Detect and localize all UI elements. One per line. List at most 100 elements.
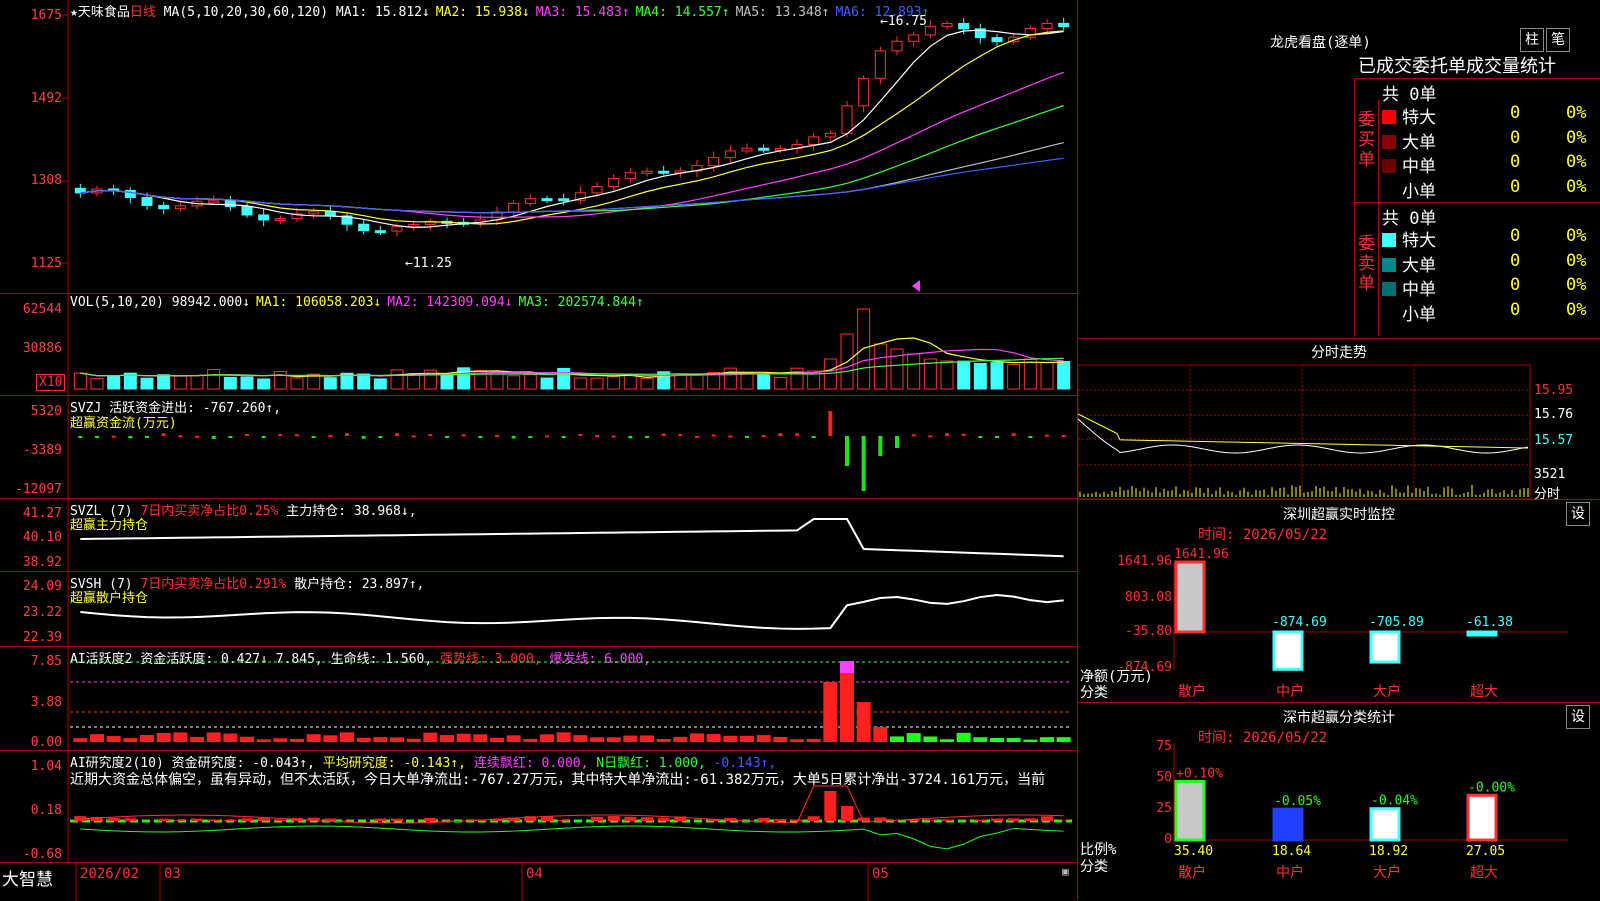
flow-bar: [728, 435, 732, 437]
activity-bar: [890, 736, 904, 742]
order-size-label: 特大: [1402, 231, 1436, 251]
flow-bar: [362, 436, 366, 439]
volume-bar: [91, 378, 103, 389]
ai-research-chart[interactable]: [0, 751, 1077, 863]
sh-stats-panel[interactable]: 深市超赢分类统计 设 时间: 2026/05/22 75 50 25 0 比例%…: [1078, 703, 1600, 900]
activity-bar: [373, 737, 387, 742]
flow-bar: [578, 434, 582, 436]
volume-bar: [558, 368, 570, 389]
monitor-bar-label: -705.89: [1369, 615, 1424, 630]
flow-bar: [295, 434, 299, 436]
research-bar: [374, 819, 386, 821]
candle-body: [992, 38, 1002, 42]
candle-body: [525, 199, 535, 204]
pen-view-button[interactable]: 笔: [1546, 28, 1570, 52]
activity-bar: [1023, 740, 1037, 742]
candle-body: [642, 171, 652, 173]
flow-bar: [245, 434, 249, 436]
activity-bar: [273, 738, 287, 742]
candle-body: [925, 26, 935, 35]
activity-bar: [523, 739, 537, 742]
flow-bar: [878, 436, 882, 456]
order-size-label: 特大: [1402, 108, 1436, 128]
candle-body: [892, 41, 902, 51]
order-count: 0: [1510, 152, 1520, 172]
order-row: 特大: [1382, 103, 1436, 128]
candle-body: [359, 224, 369, 230]
color-swatch: [1382, 233, 1396, 247]
research-bar: [208, 819, 220, 821]
stats-value-label: 35.40: [1174, 844, 1213, 859]
sz-bar-chart[interactable]: 1641.96散户-874.69中户-705.89大户-61.38超大: [1078, 500, 1600, 702]
candle-body: [592, 187, 602, 193]
activity-bar: [107, 736, 121, 742]
category-label: 超大: [1470, 684, 1498, 700]
svzl-panel[interactable]: SVZL (7) 7日内买卖净占比0.25% 主力持仓: 38.968↓, 超赢…: [0, 499, 1077, 572]
research-bar: [1024, 818, 1036, 821]
volume-bar: [174, 376, 186, 389]
candle-body: [559, 199, 569, 201]
lock-icon[interactable]: ▣: [1062, 865, 1069, 878]
activity-bar: [707, 734, 721, 742]
volume-chart[interactable]: [0, 294, 1077, 395]
activity-bar: [1040, 737, 1054, 742]
intraday-chart[interactable]: [1078, 339, 1600, 499]
svsh-chart[interactable]: [0, 572, 1077, 646]
flow-bar: [678, 434, 682, 436]
flow-bar: [628, 436, 632, 438]
flow-bar: [1045, 435, 1049, 437]
flow-bar: [978, 436, 982, 438]
marker-arrow: [912, 280, 920, 292]
candle-body: [875, 51, 885, 78]
flow-bar: [1012, 433, 1016, 436]
flow-bar: [562, 436, 566, 438]
activity-bar: [873, 727, 887, 742]
svzl-chart[interactable]: [0, 499, 1077, 571]
activity-bar: [140, 735, 154, 742]
flow-bar: [345, 433, 349, 436]
svzj-panel[interactable]: SVZJ 活跃资金进出: -767.260↑, 超赢资金流(万元) 5320 -…: [0, 396, 1077, 499]
sh-bar-chart[interactable]: +0.10%35.40散户-0.05%18.64中户-0.04%18.92大户-…: [1078, 703, 1600, 900]
volume-bar: [741, 373, 753, 389]
volume-bar: [774, 378, 786, 389]
monitor-bar: [1176, 562, 1204, 632]
volume-panel[interactable]: VOL(5,10,20) 98942.000↓MA1: 106058.203↓M…: [0, 294, 1077, 396]
activity-bar: [607, 737, 621, 742]
monitor-bar: [1371, 632, 1399, 662]
order-row: 小单: [1382, 300, 1436, 325]
order-label-divider: [1378, 100, 1379, 336]
stats-value-label: 18.64: [1272, 844, 1311, 859]
ai-activity-chart[interactable]: [0, 647, 1077, 750]
stats-bar: [1176, 781, 1204, 840]
volume-bar: [591, 378, 603, 389]
color-swatch: [1382, 184, 1396, 198]
volume-bar: [541, 378, 553, 389]
research-bar: [391, 819, 403, 821]
longhu-tabs[interactable]: 已成交委托单成交量统计: [1358, 52, 1600, 78]
flow-bar: [278, 434, 282, 436]
activity-bar: [657, 739, 671, 742]
category-label: 大户: [1373, 864, 1401, 881]
order-row: 大单: [1382, 128, 1436, 153]
intraday-panel[interactable]: 分时走势 15.95 15.76 15.57 3521 分时: [1078, 339, 1600, 500]
svzj-chart[interactable]: [0, 396, 1077, 498]
candle-body: [175, 206, 185, 209]
svsh-panel[interactable]: SVSH (7) 7日内买卖净占比0.291% 散户持仓: 23.897↑, 超…: [0, 572, 1077, 647]
footer-ticks: [0, 863, 1077, 901]
ai-research-panel[interactable]: AI研究度2(10) 资金研究度: -0.043↑, 平均研究度: -0.143…: [0, 751, 1077, 863]
research-bar: [641, 817, 653, 821]
volume-bar: [624, 375, 636, 389]
candle-chart[interactable]: [0, 0, 1077, 293]
ai-activity-panel[interactable]: AI活跃度2 资金活跃度: 0.427↓ 7.845, 生命线: 1.560, …: [0, 647, 1077, 751]
retail-line: [80, 595, 1063, 629]
monitor-bar-label: -61.38: [1466, 615, 1513, 630]
flow-bar: [1028, 436, 1032, 438]
main-chart-panel[interactable]: ★天味食品日线 MA(5,10,20,30,60,120) MA1: 15.81…: [0, 0, 1077, 294]
order-percent: 0%: [1566, 251, 1586, 271]
research-bar: [424, 818, 436, 821]
bar-view-button[interactable]: 柱: [1520, 28, 1544, 52]
category-label: 大户: [1373, 683, 1401, 700]
sz-monitor-panel[interactable]: 深圳超赢实时监控 设 时间: 2026/05/22 1641.96 803.08…: [1078, 500, 1600, 703]
candle-body: [742, 148, 752, 151]
activity-bar: [540, 734, 554, 742]
